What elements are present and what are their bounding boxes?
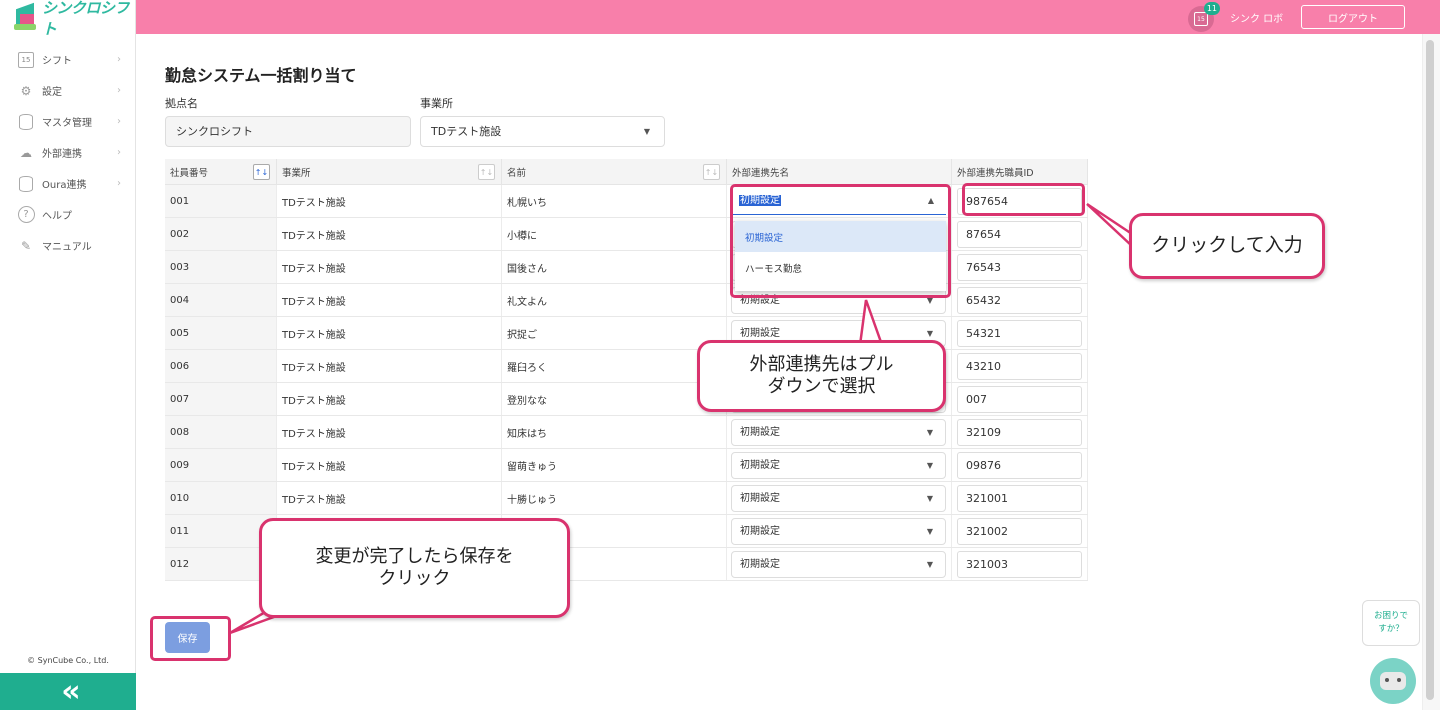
robot-icon xyxy=(1380,672,1406,690)
help-robot-button[interactable] xyxy=(1370,658,1416,704)
callout-pulldown: 外部連携先はプル ダウンで選択 xyxy=(697,340,946,412)
callout-input: クリックして入力 xyxy=(1129,213,1325,279)
highlight-id-input xyxy=(962,183,1085,216)
help-bubble[interactable]: お困りで すか？ xyxy=(1362,600,1420,646)
highlight-save xyxy=(150,616,231,661)
highlight-dropdown xyxy=(730,184,951,298)
callout-save: 変更が完了したら保存を クリック xyxy=(259,518,570,618)
callout-pointer-pulldown xyxy=(858,299,884,347)
scrollbar-thumb[interactable] xyxy=(1426,40,1434,700)
callout-pointer-input xyxy=(1086,202,1137,249)
